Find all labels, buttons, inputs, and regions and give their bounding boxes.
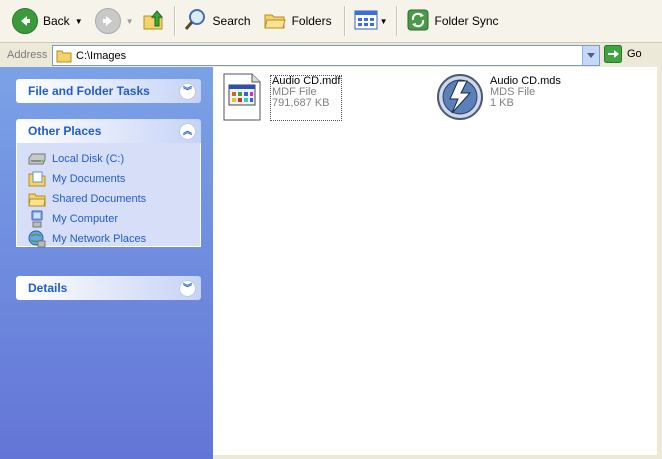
folder-sync-icon (406, 8, 430, 35)
expand-chevron-icon[interactable]: ︾ (179, 82, 196, 100)
folders-label: Folders (291, 14, 332, 28)
other-places-title: Other Places (28, 124, 102, 138)
search-button[interactable]: Search (180, 4, 255, 38)
folders-button[interactable]: Folders (259, 4, 336, 38)
file-item-mdf[interactable]: Audio CD.mdf MDF File 791,687 KB (222, 73, 343, 121)
file-meta: Audio CD.mds MDS File 1 KB (490, 76, 561, 121)
up-folder-icon (142, 8, 166, 35)
file-size: 1 KB (490, 97, 514, 109)
place-label: My Network Places (52, 233, 147, 245)
window-bottom-border (213, 455, 662, 459)
toolbar-separator (395, 6, 398, 36)
task-pane: File and Folder Tasks ︾ Other Places ︽ L… (0, 67, 213, 459)
back-dropdown-icon[interactable]: ▼ (75, 17, 83, 26)
back-label: Back (43, 14, 70, 28)
go-arrow-icon (604, 45, 622, 63)
file-size: 791,687 KB (272, 97, 330, 109)
toolbar: Back ▼ ▼ Search Folders ▼ Folder Sync (0, 0, 662, 43)
file-meta: Audio CD.mdf MDF File 791,687 KB (270, 75, 343, 121)
views-icon (354, 9, 378, 34)
other-places-header[interactable]: Other Places ︽ (16, 119, 201, 143)
window-right-border (657, 67, 662, 459)
address-bar: Address C:\Images Go (0, 43, 662, 68)
daemon-tools-icon (436, 73, 484, 121)
file-folder-tasks-panel: File and Folder Tasks ︾ (16, 79, 201, 103)
documents-icon (28, 171, 46, 187)
collapse-chevron-icon[interactable]: ︽ (179, 122, 196, 140)
views-dropdown-icon[interactable]: ▼ (380, 17, 388, 26)
chevron-down-icon (587, 53, 595, 58)
network-icon (28, 230, 46, 248)
folder-sync-button[interactable]: Folder Sync (402, 4, 503, 38)
disk-icon (28, 151, 46, 167)
details-header[interactable]: Details ︾ (16, 276, 201, 300)
forward-dropdown-icon[interactable]: ▼ (126, 17, 134, 26)
folders-icon (263, 9, 287, 34)
place-local-disk[interactable]: Local Disk (C:) (28, 149, 200, 169)
search-label: Search (212, 14, 251, 28)
go-button[interactable]: Go (604, 45, 642, 63)
computer-icon (28, 210, 46, 228)
place-my-computer[interactable]: My Computer (28, 209, 200, 229)
mdf-file-icon (222, 73, 262, 121)
place-my-documents[interactable]: My Documents (28, 169, 200, 189)
folder-icon (56, 49, 72, 63)
back-button[interactable]: Back ▼ (8, 4, 87, 38)
place-my-network-places[interactable]: My Network Places (28, 229, 200, 249)
place-label: My Documents (52, 173, 126, 185)
other-places-panel: Other Places ︽ Local Disk (C:) My Docume… (16, 119, 201, 249)
search-icon (184, 8, 208, 35)
address-path: C:\Images (76, 49, 127, 62)
address-input[interactable]: C:\Images (52, 45, 600, 66)
place-label: Shared Documents (52, 193, 147, 205)
place-label: My Computer (52, 213, 119, 225)
toolbar-separator (343, 6, 346, 36)
forward-button[interactable]: ▼ (91, 4, 138, 38)
details-panel: Details ︾ (16, 276, 201, 300)
details-title: Details (28, 281, 68, 295)
folder-icon (28, 191, 46, 207)
go-label: Go (627, 48, 642, 60)
file-folder-tasks-header[interactable]: File and Folder Tasks ︾ (16, 79, 201, 103)
views-button[interactable]: ▼ (350, 4, 392, 38)
other-places-list: Local Disk (C:) My Documents Shared Docu… (16, 143, 201, 249)
file-folder-tasks-title: File and Folder Tasks (28, 84, 150, 98)
expand-chevron-icon[interactable]: ︾ (179, 279, 196, 297)
address-label: Address (7, 49, 48, 61)
file-item-mds[interactable]: Audio CD.mds MDS File 1 KB (436, 73, 561, 121)
place-label: Local Disk (C:) (52, 153, 125, 165)
forward-arrow-icon (94, 8, 121, 34)
file-list-area[interactable]: Audio CD.mdf MDF File 791,687 KB Audio C… (213, 67, 657, 455)
address-dropdown-button[interactable] (582, 46, 599, 65)
folder-sync-label: Folder Sync (434, 14, 499, 28)
up-folder-button[interactable] (138, 4, 170, 38)
place-shared-documents[interactable]: Shared Documents (28, 189, 200, 209)
back-arrow-icon (12, 8, 38, 34)
toolbar-separator (173, 6, 176, 36)
